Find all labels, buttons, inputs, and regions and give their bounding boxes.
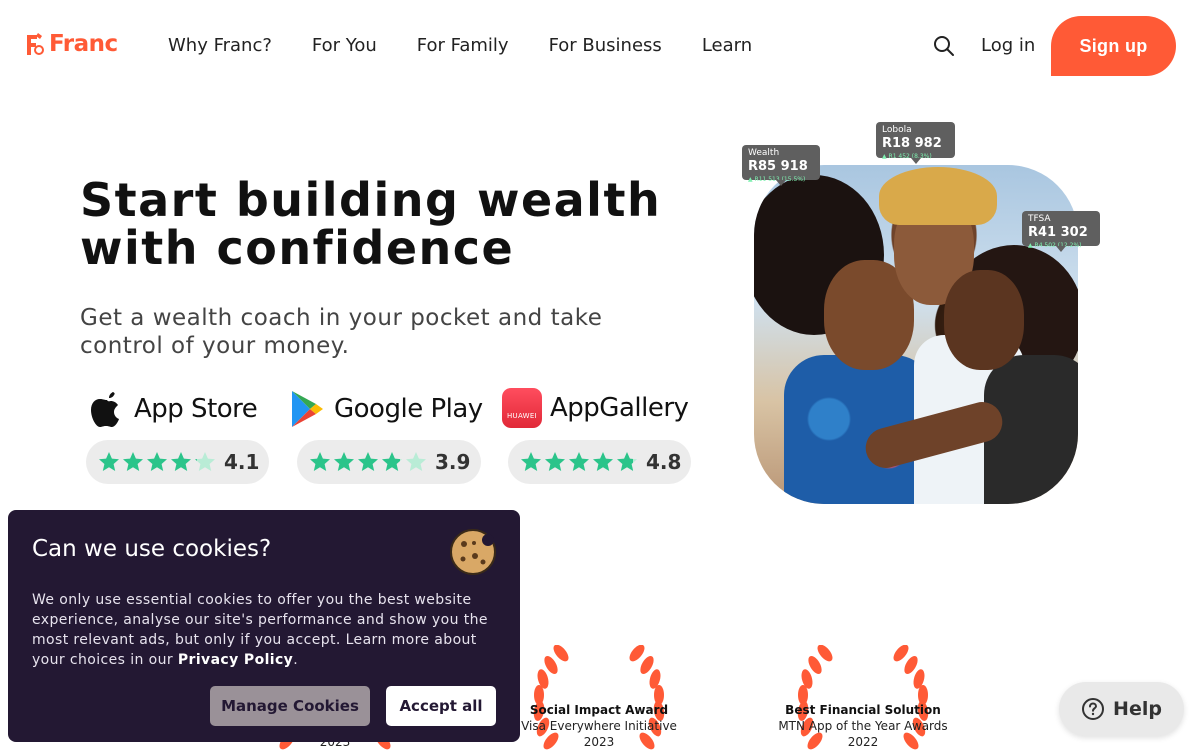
award-year: 2022	[847, 735, 879, 749]
login-link[interactable]: Log in	[981, 35, 1035, 56]
tag-amount: R41 302	[1028, 225, 1088, 240]
nav-learn[interactable]: Learn	[702, 35, 752, 56]
star-icon	[334, 452, 354, 471]
app-gallery-link[interactable]: HUAWEI AppGallery	[502, 388, 689, 428]
nav-why-franc[interactable]: Why Franc?	[168, 35, 272, 56]
hero-title: Start building wealth with confidence	[80, 173, 662, 275]
star-icon	[310, 452, 330, 471]
google-play-icon	[292, 391, 323, 427]
help-button[interactable]: Help	[1059, 682, 1184, 736]
site-header: Franc Why Franc? For You For Family For …	[0, 0, 1200, 92]
cookie-body-end: .	[293, 652, 299, 668]
star-rating	[309, 451, 427, 473]
google-play-name: Google Play	[334, 394, 483, 424]
question-icon	[1082, 698, 1105, 720]
star-icon	[123, 452, 143, 471]
help-label: Help	[1113, 698, 1162, 720]
photo-shape	[879, 167, 997, 225]
cookie-body: We only use essential cookies to offer y…	[32, 590, 502, 670]
award-year: 2023	[583, 735, 615, 749]
wealth-tag: Wealth R85 918 ▲ R11 513 (15.5%)	[742, 145, 820, 186]
cookie-icon	[450, 529, 496, 575]
tag-label: TFSA	[1028, 214, 1051, 224]
star-icon	[521, 452, 541, 471]
huawei-icon: HUAWEI	[502, 388, 542, 428]
rating-value: 3.9	[435, 450, 471, 474]
tag-change: ▲ R4 502 (12.2%)	[1028, 242, 1082, 249]
star-rating	[98, 451, 216, 473]
award-subtitle: MTN App of the Year Awards	[778, 719, 948, 733]
tag-amount: R85 918	[748, 159, 808, 174]
award-title: Best Financial Solution	[785, 703, 941, 717]
award-title: Social Impact Award	[529, 703, 669, 717]
tag-change: ▲ R1 452 (8.3%)	[882, 153, 932, 160]
tag-label: Lobola	[882, 125, 912, 135]
privacy-policy-link[interactable]: Privacy Policy	[178, 652, 293, 668]
award-item: Best Financial Solution MTN App of the Y…	[763, 645, 963, 750]
rating-value: 4.1	[224, 450, 260, 474]
nav-for-family[interactable]: For Family	[417, 35, 509, 56]
star-icon	[358, 452, 378, 471]
nav-for-you[interactable]: For You	[312, 35, 377, 56]
manage-cookies-button[interactable]: Manage Cookies	[210, 686, 370, 726]
star-icon	[195, 452, 215, 471]
google-play-link[interactable]: Google Play	[288, 388, 483, 430]
lobola-tag: Lobola R18 982 ▲ R1 452 (8.3%)	[876, 122, 955, 164]
tfsa-tag: TFSA R41 302 ▲ R4 502 (12.2%)	[1022, 211, 1100, 252]
cookie-title: Can we use cookies?	[32, 536, 272, 562]
franc-logo[interactable]: Franc	[24, 31, 118, 57]
award-subtitle: Visa Everywhere Initiative	[521, 719, 677, 733]
logo-text: Franc	[49, 31, 118, 57]
nav-for-business[interactable]: For Business	[549, 35, 662, 56]
main-nav: Why Franc? For You For Family For Busine…	[168, 35, 752, 56]
award-item: Social Impact Award Visa Everywhere Init…	[499, 645, 699, 750]
star-icon	[147, 452, 167, 471]
star-icon	[569, 452, 589, 471]
hero-subtitle: Get a wealth coach in your pocket and ta…	[80, 305, 603, 359]
apple-icon	[91, 392, 119, 427]
tag-change: ▲ R11 513 (15.5%)	[748, 176, 806, 183]
star-icon	[617, 452, 637, 471]
cookie-banner: Can we use cookies? We only use essentia…	[8, 510, 520, 742]
accept-all-button[interactable]: Accept all	[386, 686, 496, 726]
star-icon	[382, 452, 402, 471]
tag-label: Wealth	[748, 148, 780, 158]
star-icon	[99, 452, 119, 471]
star-icon	[406, 452, 426, 471]
app-gallery-rating: 4.8	[508, 440, 691, 484]
tag-amount: R18 982	[882, 136, 942, 151]
franc-logo-icon	[27, 33, 44, 55]
app-store-rating: 4.1	[86, 440, 269, 484]
star-icon	[593, 452, 613, 471]
google-play-rating: 3.9	[297, 440, 481, 484]
app-store-name: App Store	[134, 394, 258, 424]
photo-shape	[944, 270, 1024, 370]
star-rating	[520, 451, 638, 473]
star-icon	[545, 452, 565, 471]
app-gallery-name: AppGallery	[550, 393, 689, 423]
rating-value: 4.8	[646, 450, 682, 474]
app-store-link[interactable]: App Store	[88, 388, 258, 430]
signup-button[interactable]: Sign up	[1051, 16, 1176, 76]
star-icon	[171, 452, 191, 471]
search-icon[interactable]	[933, 35, 955, 57]
